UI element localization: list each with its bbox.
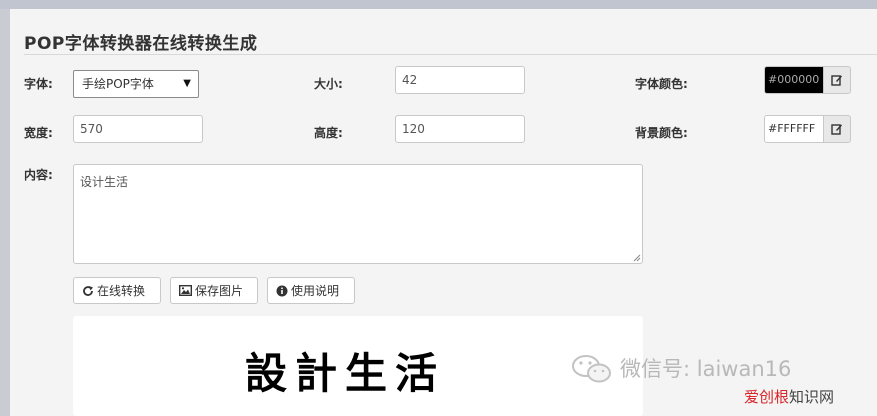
font-select[interactable]: 手绘POP字体 ▼ bbox=[73, 70, 199, 98]
content-text: 设计生活 bbox=[80, 175, 129, 189]
edit-icon bbox=[831, 124, 842, 135]
content-label: 内容: bbox=[24, 168, 53, 182]
wechat-icon bbox=[572, 355, 611, 383]
preview-text: 設計生活 bbox=[245, 349, 446, 398]
caret-down-icon: ▼ bbox=[183, 78, 191, 89]
convert-button-label: 在线转换 bbox=[97, 284, 146, 298]
font-color-picker: #000000 bbox=[764, 66, 852, 94]
page-title: POP字体转换器在线转换生成 bbox=[24, 34, 258, 54]
help-button[interactable]: 使用说明 bbox=[267, 277, 355, 304]
font-select-value: 手绘POP字体 bbox=[82, 77, 154, 91]
bg-color-picker: #FFFFFF bbox=[764, 115, 852, 143]
preview-area: 設計生活 bbox=[73, 316, 643, 416]
font-label: 字体: bbox=[24, 77, 53, 91]
size-input[interactable]: 42 bbox=[395, 66, 525, 94]
watermark: 微信号: laiwan16 爱创根知识网 bbox=[568, 350, 877, 416]
top-bar bbox=[0, 0, 877, 9]
watermark-site-red: 爱创根 bbox=[744, 388, 790, 406]
help-button-label: 使用说明 bbox=[291, 284, 340, 298]
convert-button[interactable]: 在线转换 bbox=[73, 277, 161, 304]
title-divider bbox=[24, 54, 877, 55]
bg-color-label: 背景颜色: bbox=[635, 126, 688, 140]
image-icon bbox=[179, 285, 192, 296]
content-textarea[interactable]: 设计生活 bbox=[73, 164, 643, 264]
save-image-button[interactable]: 保存图片 bbox=[170, 277, 258, 304]
watermark-wechat-id: 微信号: laiwan16 bbox=[620, 357, 792, 381]
save-image-button-label: 保存图片 bbox=[195, 284, 244, 298]
refresh-icon bbox=[83, 285, 93, 296]
font-color-label: 字体颜色: bbox=[635, 77, 688, 91]
height-input[interactable]: 120 bbox=[395, 115, 525, 143]
height-label: 高度: bbox=[314, 126, 343, 140]
watermark-site-dark: 知识网 bbox=[789, 388, 835, 406]
bg-color-button[interactable] bbox=[823, 115, 851, 143]
edit-icon bbox=[831, 75, 842, 86]
resize-handle-icon[interactable] bbox=[632, 253, 641, 262]
info-icon bbox=[276, 285, 288, 296]
font-color-input[interactable]: #000000 bbox=[764, 66, 824, 94]
watermark-site: 爱创根知识网 bbox=[744, 386, 834, 407]
font-color-button[interactable] bbox=[823, 66, 851, 94]
size-label: 大小: bbox=[314, 77, 343, 91]
width-label: 宽度: bbox=[24, 126, 53, 140]
width-input[interactable]: 570 bbox=[73, 115, 203, 143]
bg-color-input[interactable]: #FFFFFF bbox=[764, 115, 824, 143]
